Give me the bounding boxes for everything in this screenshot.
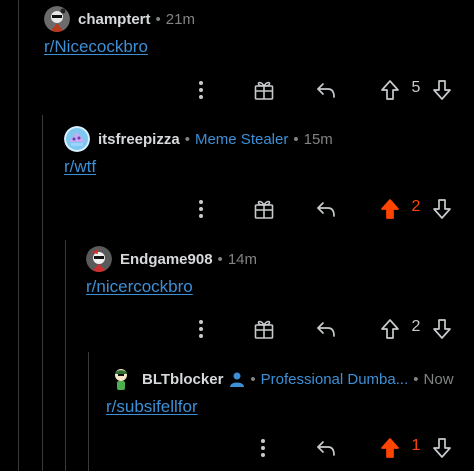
award-icon (254, 320, 274, 339)
upvote-button[interactable] (378, 197, 402, 221)
avatar[interactable] (108, 366, 134, 392)
vote-count: 1 (411, 437, 421, 454)
more-options-button[interactable] (252, 436, 274, 460)
vote-count: 5 (411, 79, 421, 96)
vote-count: 2 (411, 198, 421, 215)
separator-dot: • (250, 370, 256, 388)
username[interactable]: itsfreepizza (98, 131, 180, 148)
subreddit-link[interactable]: r/Nicecockbro (44, 37, 148, 57)
more-options-icon (199, 320, 203, 338)
avatar[interactable] (64, 126, 90, 152)
upvote-arrow-icon (381, 199, 399, 219)
separator-dot: • (184, 130, 190, 148)
more-options-icon (199, 200, 203, 218)
comment-header: BLTblocker • Professional Dumba... • Now (108, 366, 454, 392)
award-button[interactable] (252, 317, 276, 341)
reply-icon (317, 441, 335, 456)
separator-dot: • (293, 130, 299, 148)
reply-icon (317, 322, 335, 337)
award-icon (254, 81, 274, 100)
user-profile-icon (229, 371, 245, 387)
vote-count: 2 (411, 318, 421, 335)
comment-actions: 1 (0, 436, 474, 460)
user-flair: Professional Dumba... (260, 370, 409, 388)
upvote-arrow-icon (381, 80, 399, 100)
separator-dot: • (155, 10, 161, 28)
more-options-icon (199, 81, 203, 99)
more-options-button[interactable] (190, 78, 212, 102)
comment-header: Endgame908 • 14m (86, 246, 257, 272)
reply-icon (317, 83, 335, 98)
timestamp: 15m (303, 130, 333, 148)
avatar[interactable] (44, 6, 70, 32)
reply-button[interactable] (314, 436, 338, 460)
reply-icon (317, 202, 335, 217)
separator-dot: • (413, 370, 419, 388)
more-options-icon (261, 439, 265, 457)
username[interactable]: champtert (78, 11, 151, 28)
downvote-arrow-icon (433, 319, 451, 339)
more-options-button[interactable] (190, 317, 212, 341)
downvote-button[interactable] (430, 78, 454, 102)
timestamp: 14m (227, 250, 257, 268)
user-flair: Meme Stealer (194, 130, 289, 148)
comment-actions: 5 (0, 78, 474, 102)
upvote-arrow-icon (381, 319, 399, 339)
username[interactable]: Endgame908 (120, 251, 213, 268)
downvote-button[interactable] (430, 197, 454, 221)
timestamp: 21m (165, 10, 195, 28)
downvote-button[interactable] (430, 317, 454, 341)
upvote-button[interactable] (378, 436, 402, 460)
award-icon (254, 200, 274, 219)
reply-button[interactable] (314, 317, 338, 341)
comment-header: champtert • 21m (44, 6, 195, 32)
comment-header: itsfreepizza • Meme Stealer • 15m (64, 126, 333, 152)
subreddit-link[interactable]: r/wtf (64, 157, 96, 177)
reply-button[interactable] (314, 197, 338, 221)
upvote-button[interactable] (378, 317, 402, 341)
timestamp: Now (423, 370, 454, 388)
username[interactable]: BLTblocker (142, 371, 223, 388)
comment-actions: 2 (0, 317, 474, 341)
downvote-arrow-icon (433, 438, 451, 458)
more-options-button[interactable] (190, 197, 212, 221)
subreddit-link[interactable]: r/nicercockbro (86, 277, 193, 297)
award-button[interactable] (252, 197, 276, 221)
upvote-button[interactable] (378, 78, 402, 102)
avatar[interactable] (86, 246, 112, 272)
downvote-arrow-icon (433, 199, 451, 219)
downvote-button[interactable] (430, 436, 454, 460)
downvote-arrow-icon (433, 80, 451, 100)
upvote-arrow-icon (381, 438, 399, 458)
subreddit-link[interactable]: r/subsifellfor (106, 397, 198, 417)
reply-button[interactable] (314, 78, 338, 102)
award-button[interactable] (252, 78, 276, 102)
separator-dot: • (217, 250, 223, 268)
comment-actions: 2 (0, 197, 474, 221)
